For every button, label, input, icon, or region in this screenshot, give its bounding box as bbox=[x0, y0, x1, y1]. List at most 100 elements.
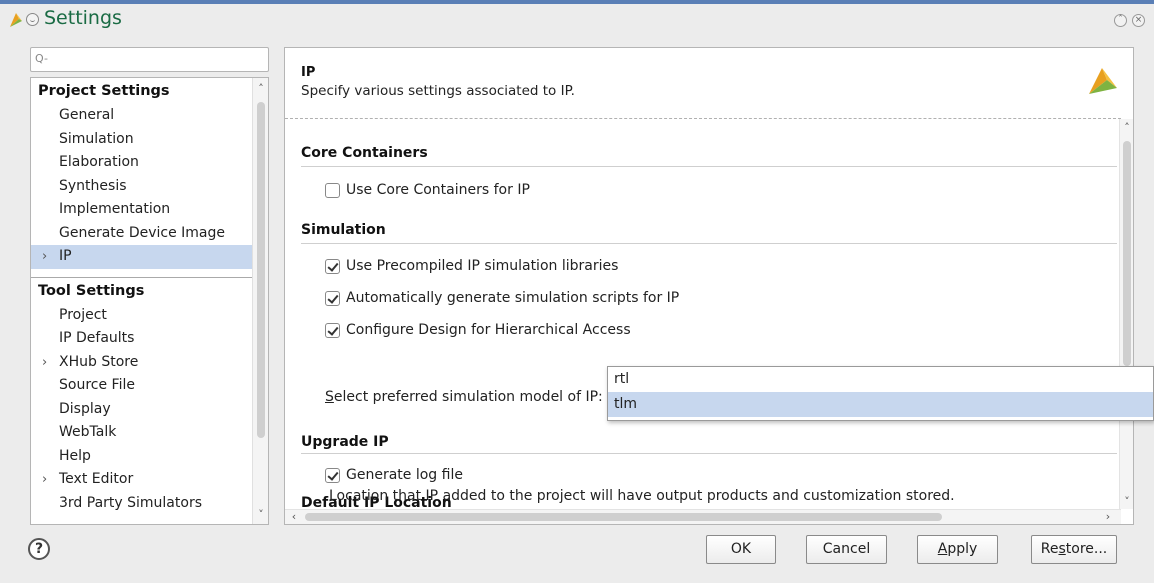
nav-item-label: Source File bbox=[59, 377, 135, 393]
panel-hscroll-thumb[interactable] bbox=[305, 513, 942, 521]
expand-arrow-icon[interactable]: › bbox=[42, 468, 47, 492]
expand-arrow-icon[interactable]: › bbox=[42, 245, 47, 269]
apply-button[interactable]: Apply bbox=[917, 535, 998, 564]
section-divider bbox=[301, 453, 1117, 454]
checkbox-checked-icon[interactable] bbox=[325, 290, 340, 306]
nav-item-display[interactable]: Display bbox=[31, 398, 253, 422]
window-title: Settings bbox=[44, 7, 122, 29]
hierarchical-access-checkbox[interactable]: Configure Design for Hierarchical Access bbox=[325, 320, 631, 340]
settings-dialog: Q- Project Settings General Simulation E… bbox=[0, 34, 1154, 583]
accesskey-letter: S bbox=[325, 389, 334, 405]
close-icon[interactable]: × bbox=[1132, 14, 1145, 27]
vendor-logo-icon bbox=[1085, 66, 1119, 102]
nav-item-label: Text Editor bbox=[59, 471, 134, 487]
nav-item-label: Synthesis bbox=[59, 177, 127, 194]
label-text: elect preferred simulation model of IP: bbox=[333, 389, 603, 405]
nav-item-label: IP Defaults bbox=[59, 330, 135, 346]
scroll-right-icon[interactable]: › bbox=[1103, 511, 1113, 522]
nav-group-project-settings: Project Settings bbox=[38, 83, 170, 99]
button-label: pply bbox=[947, 541, 978, 557]
panel-vscroll-thumb[interactable] bbox=[1123, 141, 1131, 366]
nav-item-label: Elaboration bbox=[59, 154, 139, 170]
nav-item-label: General bbox=[59, 107, 115, 123]
simulation-model-label: Select preferred simulation model of IP: bbox=[325, 389, 603, 405]
help-button[interactable]: ? bbox=[28, 538, 50, 560]
nav-item-3rd-party-simulators[interactable]: 3rd Party Simulators bbox=[31, 492, 253, 516]
nav-item-label: Project bbox=[59, 306, 107, 323]
nav-item-xhub-store[interactable]: › XHub Store bbox=[31, 351, 253, 375]
nav-item-ip[interactable]: › IP bbox=[31, 245, 253, 269]
panel-vertical-scrollbar[interactable]: ˄ ˅ bbox=[1119, 119, 1133, 509]
button-label: tore... bbox=[1065, 541, 1108, 557]
section-title-core-containers: Core Containers bbox=[301, 145, 428, 161]
checkbox-checked-icon[interactable] bbox=[325, 322, 340, 338]
section-title-upgrade-ip: Upgrade IP bbox=[301, 434, 389, 450]
section-title-simulation: Simulation bbox=[301, 222, 386, 238]
nav-item-label: Generate Device Image bbox=[59, 224, 226, 241]
nav-scroll-thumb[interactable] bbox=[257, 102, 265, 438]
nav-item-general[interactable]: General bbox=[31, 104, 253, 128]
nav-item-label: WebTalk bbox=[59, 424, 117, 440]
window-menu-button[interactable] bbox=[26, 13, 39, 26]
dropdown-option-rtl[interactable]: rtl bbox=[608, 367, 1153, 392]
nav-item-ip-defaults[interactable]: IP Defaults bbox=[31, 327, 253, 351]
section-divider bbox=[301, 166, 1117, 167]
nav-item-label: Display bbox=[59, 400, 111, 417]
use-core-containers-checkbox[interactable]: Use Core Containers for IP bbox=[325, 180, 530, 200]
page-title: IP bbox=[301, 65, 316, 80]
nav-item-label: IP bbox=[59, 248, 72, 264]
settings-search-input[interactable]: Q- bbox=[30, 47, 269, 72]
nav-list: Project Settings General Simulation Elab… bbox=[31, 78, 253, 515]
nav-item-elaboration[interactable]: Elaboration bbox=[31, 151, 253, 175]
nav-item-help[interactable]: Help bbox=[31, 445, 253, 469]
panel-horizontal-scrollbar[interactable]: ‹ › bbox=[285, 509, 1121, 524]
use-precompiled-libraries-checkbox[interactable]: Use Precompiled IP simulation libraries bbox=[325, 256, 618, 276]
settings-content: Core Containers Use Core Containers for … bbox=[285, 119, 1119, 509]
section-divider bbox=[301, 243, 1117, 244]
expand-arrow-icon[interactable]: › bbox=[42, 351, 47, 375]
checkbox-label: Use Precompiled IP simulation libraries bbox=[346, 258, 619, 274]
settings-nav-tree[interactable]: Project Settings General Simulation Elab… bbox=[30, 77, 269, 525]
search-placeholder: Q- bbox=[35, 52, 48, 65]
nav-item-implementation[interactable]: Implementation bbox=[31, 198, 253, 222]
nav-item-synthesis[interactable]: Synthesis bbox=[31, 175, 253, 199]
scroll-left-icon[interactable]: ‹ bbox=[289, 511, 299, 522]
accesskey-letter: s bbox=[1058, 541, 1066, 557]
nav-item-project[interactable]: Project bbox=[31, 304, 253, 328]
auto-generate-scripts-checkbox[interactable]: Automatically generate simulation script… bbox=[325, 288, 679, 308]
title-bar: Settings ˆ × bbox=[0, 4, 1154, 34]
nav-item-label: 3rd Party Simulators bbox=[59, 494, 202, 511]
nav-item-simulation[interactable]: Simulation bbox=[31, 128, 253, 152]
scroll-down-icon[interactable]: ˅ bbox=[1122, 496, 1132, 507]
checkbox-checked-icon[interactable] bbox=[325, 258, 340, 274]
minimize-icon[interactable]: ˆ bbox=[1114, 14, 1127, 27]
nav-item-source-file[interactable]: Source File bbox=[31, 374, 253, 398]
checkbox-icon[interactable] bbox=[325, 182, 340, 198]
scroll-up-icon[interactable]: ˄ bbox=[1122, 122, 1132, 133]
nav-item-webtalk[interactable]: WebTalk bbox=[31, 421, 253, 445]
dropdown-option-tlm[interactable]: tlm bbox=[608, 392, 1153, 417]
panel-header: IP Specify various settings associated t… bbox=[285, 48, 1133, 118]
accesskey-letter: A bbox=[937, 541, 948, 557]
ip-settings-panel: IP Specify various settings associated t… bbox=[284, 47, 1134, 525]
nav-item-label: Simulation bbox=[59, 130, 134, 147]
default-ip-location-text: Location that IP added to the project wi… bbox=[329, 488, 955, 504]
nav-item-label: Help bbox=[59, 447, 91, 464]
checkbox-checked-icon[interactable] bbox=[325, 467, 340, 483]
scroll-up-icon[interactable]: ˄ bbox=[256, 83, 266, 94]
ok-button[interactable]: OK bbox=[706, 535, 776, 564]
nav-item-label: Implementation bbox=[59, 201, 171, 217]
app-logo-icon bbox=[8, 9, 24, 33]
scroll-down-icon[interactable]: ˅ bbox=[256, 509, 266, 520]
restore-button[interactable]: Restore... bbox=[1031, 535, 1117, 564]
checkbox-label: Automatically generate simulation script… bbox=[346, 290, 680, 306]
generate-log-file-checkbox[interactable]: Generate log file bbox=[325, 465, 463, 485]
checkbox-label: Configure Design for Hierarchical Access bbox=[346, 322, 631, 338]
cancel-button[interactable]: Cancel bbox=[806, 535, 887, 564]
nav-item-text-editor[interactable]: › Text Editor bbox=[31, 468, 253, 492]
checkbox-label: Generate log file bbox=[346, 467, 463, 483]
nav-group-tool-settings: Tool Settings bbox=[38, 282, 145, 299]
nav-item-generate-device-image[interactable]: Generate Device Image bbox=[31, 222, 253, 246]
nav-scrollbar[interactable]: ˄ ˅ bbox=[252, 78, 268, 524]
button-label: Re bbox=[1040, 541, 1059, 557]
